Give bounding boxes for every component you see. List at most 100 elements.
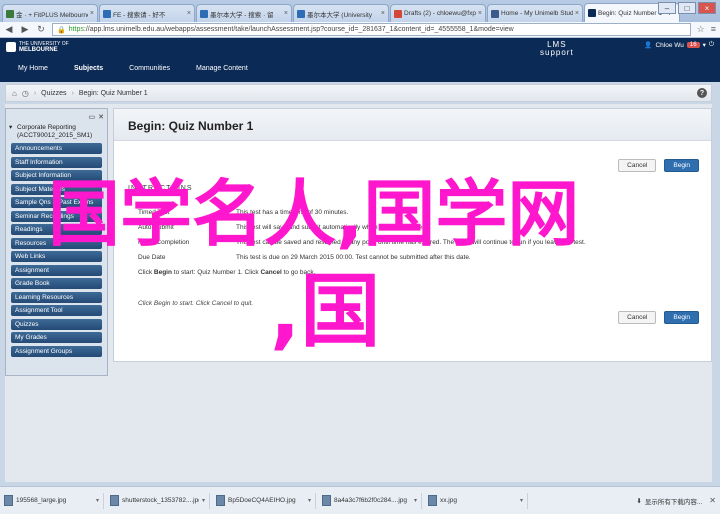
browser-tab[interactable]: FE - 搜索请 - 好不 × [99, 4, 195, 22]
bookmark-star-icon[interactable]: ☆ [697, 24, 705, 35]
chevron-down-icon[interactable]: ▾ [703, 41, 706, 49]
browser-tab[interactable]: 金 · + FitPLUS Melbourne × [2, 4, 98, 22]
bottom-button-row: Cancel Begin [618, 311, 699, 324]
user-name: Chloe Wu [655, 41, 684, 49]
window-controls: – □ × [658, 2, 716, 14]
file-icon [4, 495, 13, 506]
notification-badge[interactable]: 16 [686, 42, 700, 48]
file-icon [322, 495, 331, 506]
forward-arrow-icon[interactable]: ▶ [20, 24, 30, 35]
page-title: Begin: Quiz Number 1 [114, 109, 711, 141]
chevron-down-icon[interactable]: ▾ [414, 497, 417, 504]
tab-label: 金 · + FitPLUS Melbourne [16, 11, 88, 19]
home-icon[interactable]: ⌂ [12, 89, 17, 98]
crest-icon [6, 42, 16, 52]
favicon-icon [103, 9, 111, 18]
download-item[interactable]: 195568_large.jpg ▾ [4, 492, 104, 509]
nav-subjects[interactable]: Subjects [68, 62, 109, 75]
browser-tab[interactable]: 墨尔本大学 - 搜索 · 留 × [196, 4, 292, 22]
nav-manage-content[interactable]: Manage Content [190, 62, 254, 75]
tab-label: 墨尔本大学 (University [307, 11, 373, 19]
user-menu[interactable]: 👤 Chloe Wu 16 ▾ ⏻ [644, 41, 714, 49]
sidebar-folder-icon[interactable]: ▭ [89, 113, 96, 121]
tab-close-icon[interactable]: × [187, 10, 191, 17]
breadcrumb-quizzes[interactable]: Quizzes [41, 90, 66, 97]
watermark-line1: 国学名人,国学网 [48, 172, 580, 256]
tab-label: FE - 搜索请 - 好不 [113, 11, 166, 19]
sidebar-item[interactable]: Assignment [11, 264, 102, 276]
tab-close-icon[interactable]: × [381, 10, 385, 17]
tab-close-icon[interactable]: × [284, 10, 288, 17]
breadcrumb-separator: › [71, 89, 74, 97]
back-arrow-icon[interactable]: ◀ [4, 24, 14, 35]
nav-my-home[interactable]: My Home [12, 62, 54, 75]
url-field[interactable]: 🔒 https ://app.lms.unimelb.edu.au/webapp… [52, 23, 691, 36]
browser-tab[interactable]: Drafts (2) - chloewu@fxpi × [390, 4, 486, 22]
tab-close-icon[interactable]: × [478, 10, 482, 17]
minimize-button[interactable]: – [658, 2, 676, 14]
download-item[interactable]: shutterstock_1353782....jpg ▾ [110, 492, 210, 509]
sidebar-item[interactable]: Quizzes [11, 318, 102, 330]
begin-button-bottom[interactable]: Begin [664, 311, 699, 324]
close-download-bar-icon[interactable]: ✕ [709, 496, 716, 505]
sidebar-item[interactable]: Staff Information [11, 156, 102, 168]
file-icon [216, 495, 225, 506]
course-title[interactable]: ▾ Corporate Reporting (ACCT90012_2015_SM… [9, 124, 104, 140]
tab-close-icon[interactable]: × [90, 10, 94, 17]
favicon-icon [6, 9, 14, 18]
lms-support-logo[interactable]: LMS support [540, 41, 574, 57]
collapse-arrow-icon[interactable]: ▾ [9, 124, 17, 140]
chevron-down-icon[interactable]: ▾ [308, 497, 311, 504]
download-filename: 8a4a3c7f6b2f0c284....jpg [334, 497, 408, 504]
address-bar: ◀ ▶ ↻ 🔒 https ://app.lms.unimelb.edu.au/… [0, 22, 720, 38]
sidebar-close-icon[interactable]: ✕ [98, 113, 104, 121]
sidebar-item[interactable]: Assignment Groups [11, 345, 102, 357]
browser-tab[interactable]: Home - My Unimelb Studies× [487, 4, 583, 22]
tab-strip: 金 · + FitPLUS Melbourne × FE - 搜索请 - 好不 × 墨尔… [0, 0, 720, 22]
download-filename: xx.jpg [440, 497, 457, 504]
chevron-down-icon[interactable]: ▾ [520, 497, 523, 504]
cancel-button[interactable]: Cancel [618, 159, 657, 172]
download-filename: shutterstock_1353782....jpg [122, 497, 199, 504]
close-window-button[interactable]: × [698, 2, 716, 14]
sidebar-item[interactable]: Assignment Tool [11, 305, 102, 316]
download-filename: Bp5DoeCQ4AEIHO.jpg [228, 497, 296, 504]
cancel-button-bottom[interactable]: Cancel [618, 311, 657, 324]
download-item[interactable]: xx.jpg ▾ [428, 492, 528, 509]
lms-line2: support [540, 48, 574, 57]
breadcrumb-separator: › [33, 89, 37, 97]
tab-close-icon[interactable]: × [575, 10, 579, 17]
download-filename: 195568_large.jpg [16, 497, 67, 504]
sidebar-item[interactable]: Learning Resources [11, 291, 102, 303]
maximize-button[interactable]: □ [678, 2, 696, 14]
chevron-down-icon[interactable]: ▾ [202, 497, 205, 504]
url-protocol: https [68, 26, 84, 33]
tab-label: Drafts (2) - chloewu@fxpi [404, 10, 476, 17]
sidebar-item[interactable]: My Grades [11, 332, 102, 343]
power-icon[interactable]: ⏻ [709, 41, 714, 49]
favicon-icon [394, 9, 402, 18]
nav-communities[interactable]: Communities [123, 62, 176, 75]
help-icon[interactable]: ? [697, 88, 707, 98]
sidebar-item[interactable]: Grade Book [11, 278, 102, 289]
clock-icon[interactable]: ◷ [22, 89, 29, 98]
university-logo[interactable]: THE UNIVERSITY OF MELBOURNE [6, 41, 69, 53]
download-item[interactable]: 8a4a3c7f6b2f0c284....jpg ▾ [322, 492, 422, 509]
begin-button[interactable]: Begin [664, 159, 699, 172]
menu-icon[interactable]: ≡ [711, 24, 716, 35]
reload-icon[interactable]: ↻ [36, 24, 46, 35]
tab-label: 墨尔本大学 - 搜索 · 留 [210, 11, 274, 19]
url-text: ://app.lms.unimelb.edu.au/webapps/assess… [83, 26, 514, 33]
show-all-downloads[interactable]: ⬇ 显示所有下载内容... ✕ [636, 496, 716, 506]
tab-label: Home - My Unimelb Studies [501, 10, 573, 17]
show-all-label: 显示所有下载内容... [644, 498, 703, 506]
chevron-down-icon[interactable]: ▾ [96, 497, 99, 504]
sidebar-item[interactable]: Announcements [11, 143, 102, 154]
breadcrumb-current: Begin: Quiz Number 1 [78, 89, 148, 97]
favicon-icon [491, 9, 499, 18]
download-item[interactable]: Bp5DoeCQ4AEIHO.jpg ▾ [216, 492, 316, 509]
download-icon: ⬇ [636, 497, 642, 505]
browser-tab[interactable]: 墨尔本大学 (University × [293, 4, 389, 22]
uni-line2: MELBOURNE [19, 47, 58, 53]
lms-header: THE UNIVERSITY OF MELBOURNE LMS support … [0, 38, 720, 82]
